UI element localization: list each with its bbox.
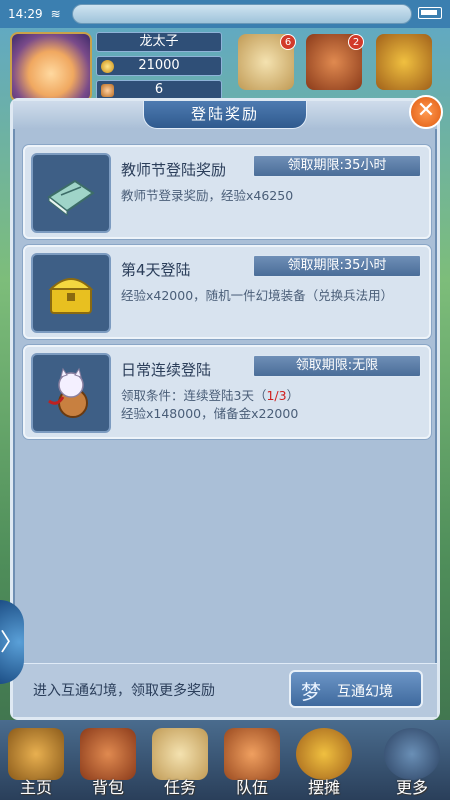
reward-progress: 1/3 [266,388,287,403]
gem-value: 6 [154,82,164,97]
nav-label: 主页 [19,778,52,797]
nav-label: 背包 [91,778,124,797]
bottom-nav: 主页 背包 任务 队伍 摆摊 更多 [0,720,450,800]
reward-limit: 领取期限:35小时 [253,155,421,177]
portal-button-label: 互通幻境 [337,684,393,700]
scroll-badge: 6 [280,34,296,50]
chest-badge: 2 [348,34,364,50]
nav-label: 任务 [163,778,196,797]
player-avatar[interactable] [10,32,92,102]
reward-limit: 领取期限:35小时 [253,255,421,277]
nav-home[interactable]: 主页 [0,726,72,798]
reward-limit: 领取期限:无限 [253,355,421,377]
wifi-icon: ≋ [50,7,61,21]
player-name: 龙太子 [96,32,222,52]
reward-name: 教师节登陆奖励 [121,161,227,179]
top-activity-icons: 6 2 [232,28,446,100]
quest-scroll-icon [152,728,208,780]
reward-item[interactable]: 第4天登陆 领取期限:35小时 经验x42000，随机一件幻境装备（兑换兵法用） [23,245,431,339]
reward-name: 日常连续登陆 [121,361,212,379]
portal-button[interactable]: 梦 互通幻境 [289,670,423,708]
reward-condition-end: ） [286,388,300,403]
chest-icon[interactable]: 2 [306,34,364,90]
footer-hint: 进入互通幻境，领取更多奖励 [33,683,215,699]
player-panel: 龙太子 21000 6 [6,30,224,102]
reward-name: 第4天登陆 [121,261,191,279]
nav-label: 摆摊 [307,778,340,797]
side-expand-arrow[interactable]: 〉 [0,600,24,684]
market-icon [296,728,352,780]
treasure-chest-icon [48,278,94,314]
nav-quest[interactable]: 任务 [144,726,216,798]
nav-label: 更多 [395,778,428,797]
nav-label: 队伍 [235,778,268,797]
reward-desc: 教师节登录奖励，经验x46250 [121,188,294,203]
reward-thumb [31,253,111,333]
reward-condition: 领取条件：连续登陆3天（ [121,388,267,403]
book-icon [47,179,95,217]
nav-more[interactable]: 更多 [376,726,448,798]
modal-footer: 进入互通幻境，领取更多奖励 梦 互通幻境 [13,663,437,717]
battery-icon [418,7,442,19]
event-icon[interactable] [376,34,432,90]
gold-coin-icon [101,60,114,73]
home-icon [8,728,64,780]
gem-counter: 6 [96,80,222,100]
reward-desc: 经验x42000，随机一件幻境装备（兑换兵法用） [121,288,394,303]
reward-desc: 领取条件：连续登陆3天（1/3） 经验x148000，储备金x22000 [121,387,419,423]
reward-item[interactable]: 教师节登陆奖励 领取期限:35小时 教师节登录奖励，经验x46250 [23,145,431,239]
team-icon [224,728,280,780]
gem-icon [101,84,114,97]
status-bar: 14:29 ≋ [0,0,450,28]
close-icon[interactable]: ✕ [409,95,443,129]
reward-item[interactable]: 日常连续登陆 领取期限:无限 领取条件：连续登陆3天（1/3） 经验x14800… [23,345,431,439]
scroll-icon[interactable]: 6 [238,34,296,90]
bag-icon [80,728,136,780]
modal-header: 登陆奖励 [13,101,437,129]
reward-thumb [31,153,111,233]
nav-bag[interactable]: 背包 [72,726,144,798]
more-icon [384,728,440,780]
gold-counter: 21000 [96,56,222,76]
top-title-bar [72,4,412,24]
reward-detail: 经验x148000，储备金x22000 [121,406,299,421]
modal-title: 登陆奖励 [143,101,307,129]
lucky-cat-icon [48,367,88,418]
dream-icon: 梦 [301,680,321,704]
nav-team[interactable]: 队伍 [216,726,288,798]
login-reward-modal: 登陆奖励 ✕ 教师节登陆奖励 领取期限:35小时 教师节登录奖励，经验x4625… [10,95,443,720]
status-time: 14:29 [8,7,43,21]
nav-market[interactable]: 摆摊 [288,726,360,798]
reward-thumb [31,353,111,433]
gold-value: 21000 [138,58,180,73]
